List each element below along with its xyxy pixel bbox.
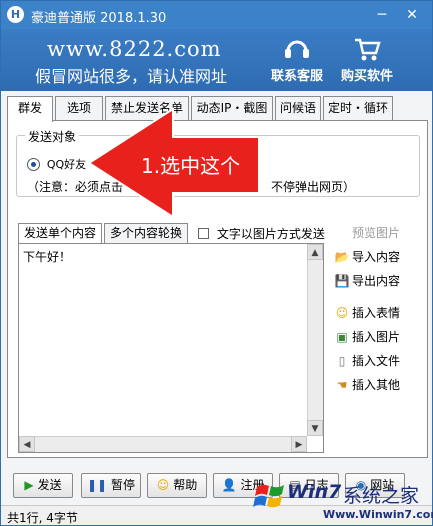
annotation-arrow [87,107,260,219]
watermark-cn: 系统之家 [343,485,420,507]
annotation-label: 1.选中这个 [141,154,241,178]
watermark-brand: Win7 [287,481,342,503]
tab-group-send[interactable]: 群发 [7,96,53,122]
windows-logo-icon [253,484,284,508]
app-window: H 豪迪普通版 2018.1.30 ─ ✕ www.8222.com 假冒网站很… [0,0,433,526]
watermark: Win7 系统之家 Www.Winwin7.com [251,475,433,526]
watermark-url: Www.Winwin7.com [323,508,433,521]
